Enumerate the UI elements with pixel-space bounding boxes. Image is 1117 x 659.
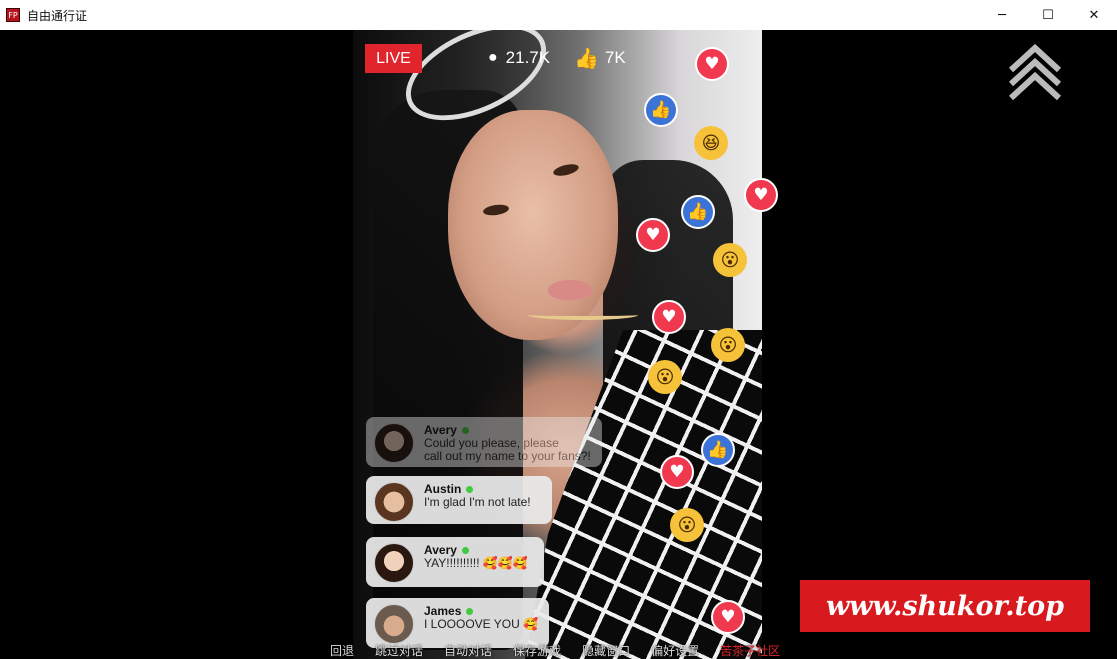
person-icon: ● [488,49,498,66]
skip-button[interactable]: 跳过对话 [375,642,423,659]
hide-window-button[interactable]: 隐藏窗口 [582,642,630,659]
minimize-button[interactable]: ─ [979,0,1025,30]
chat-message: Avery Could you please, please call out … [366,417,602,467]
window-controls: ─ ☐ ✕ [979,0,1117,30]
quick-menu: 回退 跳过对话 自动对话 保存游戏 隐藏窗口 偏好设置 苦茶子社区 [330,642,801,659]
heart-reaction-icon: ♥ [652,300,686,334]
app-icon: FP [6,8,20,22]
avatar [374,482,414,522]
community-link[interactable]: 苦茶子社区 [720,642,780,659]
chat-text: YAY!!!!!!!!!! 🥰🥰🥰 [424,556,528,570]
game-viewport[interactable]: LIVE ● 21.7K 👍 7K ♥ 👍 😆 ♥ 👍 ♥ 😮 ♥ 😮 😮 👍 … [0,30,1117,659]
wow-reaction-icon: 😮 [711,328,745,362]
rollback-button[interactable]: 回退 [330,642,354,659]
character-face [448,110,618,340]
wow-reaction-icon: 😮 [648,360,682,394]
viewer-count-value: 21.7K [505,48,551,67]
character-lips [548,280,592,300]
heart-reaction-icon: ♥ [695,47,729,81]
online-status-icon [466,607,474,615]
like-count-value: 7K [604,48,626,67]
close-button[interactable]: ✕ [1071,0,1117,30]
avatar [374,604,414,644]
like-reaction-icon: 👍 [644,93,678,127]
online-status-icon [466,485,474,493]
thumbs-up-icon: 👍 [574,47,599,70]
avatar [374,423,414,463]
chat-username: Avery [424,423,457,437]
like-reaction-icon: 👍 [701,433,735,467]
chat-username: Avery [424,543,457,557]
online-status-icon [461,426,469,434]
chat-message: James I LOOOOVE YOU 🥰 [366,598,549,648]
chat-message: Austin I'm glad I'm not late! [366,476,552,524]
wow-reaction-icon: 😮 [713,243,747,277]
chat-text: I LOOOOVE YOU 🥰 [424,617,539,631]
viewer-count: ● 21.7K [488,43,550,73]
heart-reaction-icon: ♥ [636,218,670,252]
chat-username: James [424,604,462,618]
chat-username: Austin [424,482,462,496]
like-reaction-icon: 👍 [681,195,715,229]
like-count: 👍 7K [574,43,626,73]
chat-text: call out my name to your fans?! [424,449,591,463]
character-choker [528,310,638,320]
online-status-icon [461,546,469,554]
title-bar: FP 自由通行证 ─ ☐ ✕ [0,0,1117,30]
laugh-reaction-icon: 😆 [694,126,728,160]
heart-reaction-icon: ♥ [660,455,694,489]
avatar [374,543,414,583]
maximize-button[interactable]: ☐ [1025,0,1071,30]
scroll-up-chevron-icon[interactable] [1005,42,1065,102]
live-badge: LIVE [365,44,422,73]
save-button[interactable]: 保存游戏 [513,642,561,659]
watermark-banner: www.shukor.top [800,580,1090,632]
window-title: 自由通行证 [27,8,88,23]
preferences-button[interactable]: 偏好设置 [651,642,699,659]
chat-text: I'm glad I'm not late! [424,495,531,509]
heart-reaction-icon: ♥ [744,178,778,212]
wow-reaction-icon: 😮 [670,508,704,542]
heart-reaction-icon: ♥ [711,600,745,634]
chat-message: Avery YAY!!!!!!!!!! 🥰🥰🥰 [366,537,544,587]
auto-button[interactable]: 自动对话 [444,642,492,659]
